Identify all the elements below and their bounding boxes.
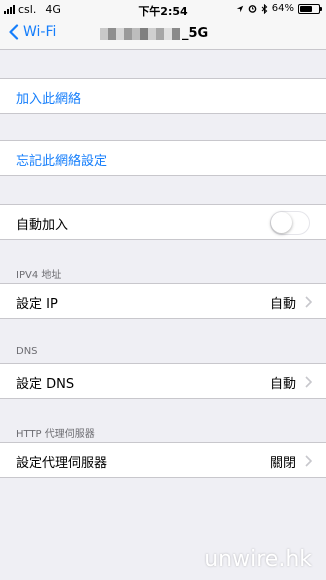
battery-fill	[300, 5, 312, 12]
dns-section-header: DNS	[16, 346, 38, 357]
chevron-right-icon	[305, 296, 312, 308]
configure-ip-cell[interactable]: 設定 IP 自動	[0, 283, 326, 319]
bluetooth-icon	[261, 3, 268, 14]
back-button[interactable]: Wi-Fi	[8, 24, 56, 40]
join-network-cell[interactable]: 加入此網絡	[0, 78, 326, 114]
back-button-label: Wi-Fi	[23, 24, 57, 40]
configure-dns-value: 自動	[269, 377, 296, 392]
proxy-section-header: HTTP 代理伺服器	[16, 429, 95, 440]
alarm-clock-icon	[248, 5, 257, 13]
forget-network-label: 忘記此網絡設定	[16, 154, 108, 169]
redacted-network-name	[100, 27, 180, 40]
configure-proxy-cell[interactable]: 設定代理伺服器 關閉	[0, 442, 326, 478]
join-network-label: 加入此網絡	[16, 92, 82, 107]
configure-ip-value: 自動	[269, 297, 296, 312]
battery-percent: 64%	[271, 3, 294, 14]
status-bar: csl. 4G 下午2:54 64%	[0, 0, 326, 20]
ipv4-section-header: IPV4 地址	[16, 270, 62, 281]
toggle-knob	[271, 212, 292, 233]
auto-join-label: 自動加入	[16, 218, 69, 233]
auto-join-cell: 自動加入	[0, 204, 326, 240]
forget-network-cell[interactable]: 忘記此網絡設定	[0, 140, 326, 176]
configure-proxy-label: 設定代理伺服器	[16, 456, 108, 471]
network-title: _5G	[100, 26, 208, 41]
location-arrow-icon	[236, 5, 243, 12]
status-right: 64%	[236, 3, 322, 14]
configure-dns-label: 設定 DNS	[16, 377, 75, 392]
chevron-right-icon	[305, 455, 312, 467]
chevron-right-icon	[305, 376, 312, 388]
network-title-suffix: _5G	[182, 26, 209, 41]
configure-ip-label: 設定 IP	[16, 297, 58, 312]
battery-icon	[298, 3, 322, 14]
chevron-left-icon	[9, 24, 19, 40]
navigation-bar: Wi-Fi _5G	[0, 20, 326, 50]
configure-dns-cell[interactable]: 設定 DNS 自動	[0, 363, 326, 399]
watermark: unwire.hk	[204, 547, 312, 572]
auto-join-toggle[interactable]	[270, 211, 310, 235]
configure-proxy-value: 關閉	[269, 456, 296, 471]
